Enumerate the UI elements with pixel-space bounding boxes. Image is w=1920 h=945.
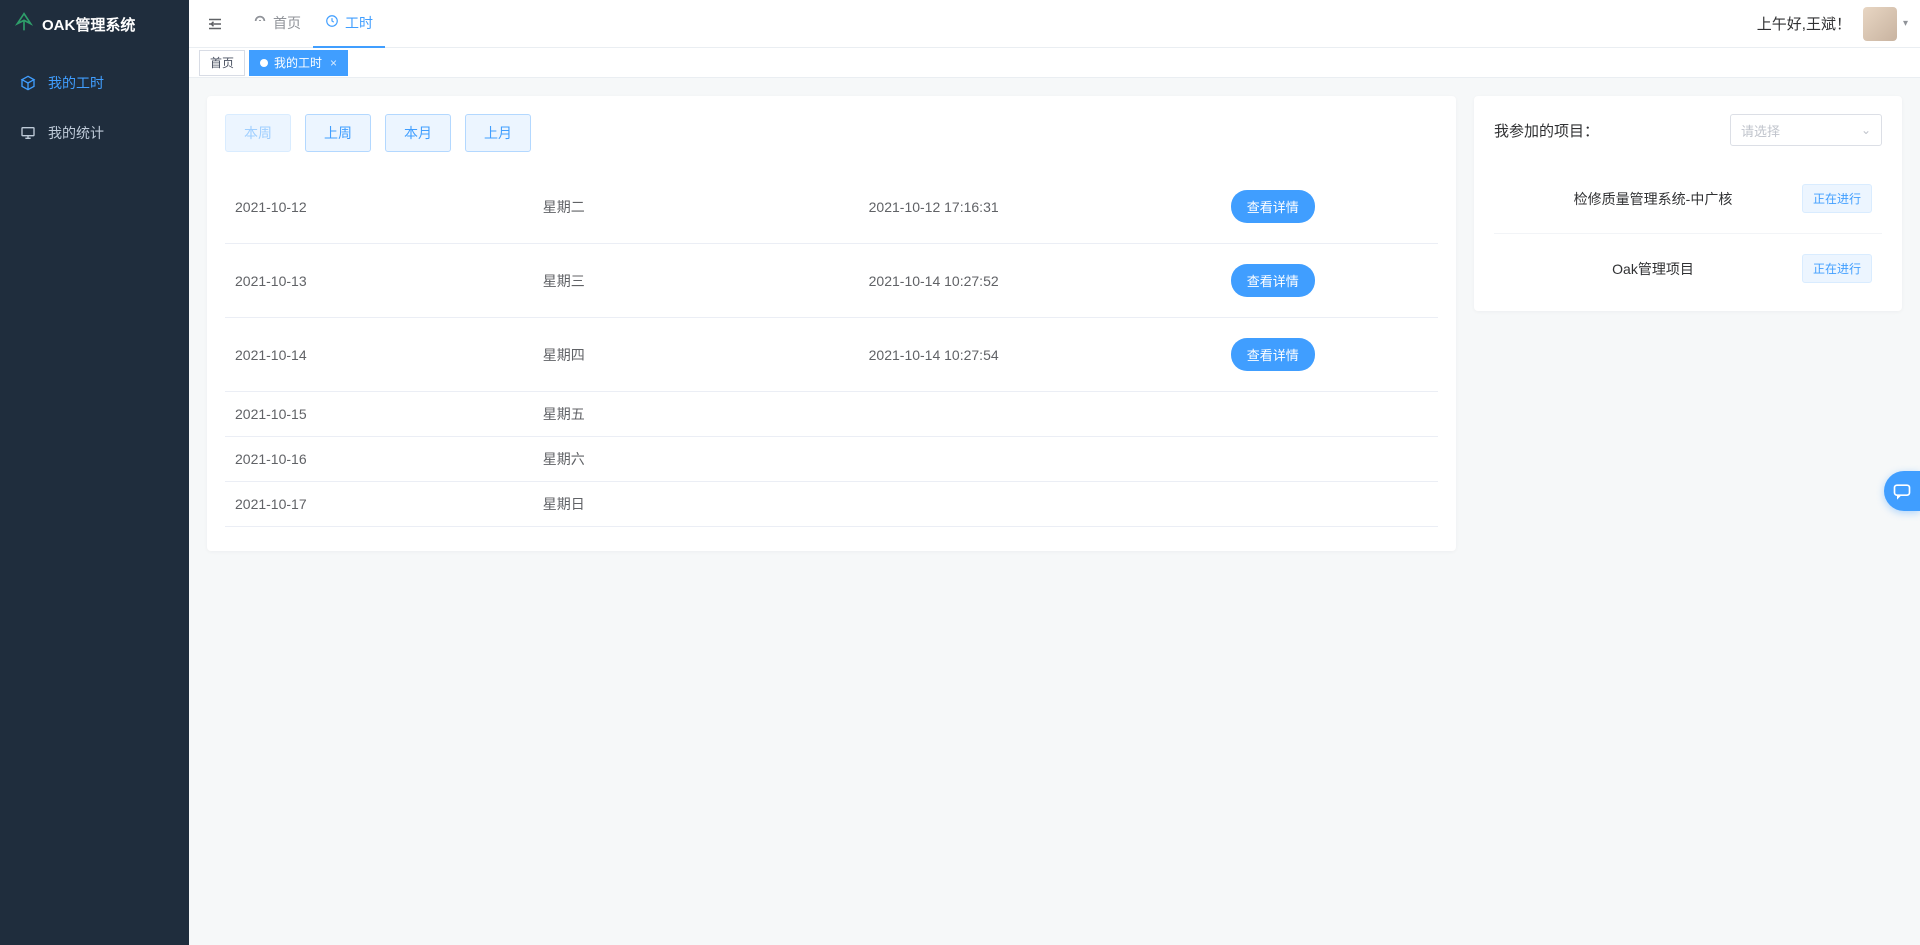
sidebar-item-label: 我的工时	[48, 73, 104, 93]
projects-header: 我参加的项目： 请选择 ⌄	[1494, 114, 1882, 146]
cell-date: 2021-10-14	[225, 318, 533, 392]
cell-weekday: 星期二	[533, 170, 859, 244]
table-row: 2021-10-14星期四2021-10-14 10:27:54 查看详情	[225, 318, 1438, 392]
sidebar-item-label: 我的统计	[48, 123, 104, 143]
cell-timestamp	[859, 437, 1221, 482]
table-row: 2021-10-12星期二2021-10-12 17:16:31 查看详情	[225, 170, 1438, 244]
table-row: 2021-10-16星期六	[225, 437, 1438, 482]
sidebar-item-my-hours[interactable]: 我的工时	[0, 58, 189, 108]
topnav-hours[interactable]: 工时	[313, 0, 385, 48]
topnav: 首页 工时	[241, 0, 385, 48]
select-placeholder: 请选择	[1741, 121, 1780, 140]
range-this-month[interactable]: 本月	[385, 114, 451, 152]
cell-date: 2021-10-15	[225, 392, 533, 437]
chevron-down-icon: ▾	[1903, 18, 1908, 29]
project-status-button[interactable]: 正在进行	[1802, 254, 1872, 283]
cell-action: 查看详情	[1221, 318, 1438, 392]
projects-title: 我参加的项目：	[1494, 120, 1599, 141]
project-item: 检修质量管理系统-中广核正在进行	[1494, 164, 1882, 234]
project-status-button[interactable]: 正在进行	[1802, 184, 1872, 213]
projects-select[interactable]: 请选择 ⌄	[1730, 114, 1882, 146]
cell-action	[1221, 392, 1438, 437]
app-title: OAK管理系统	[42, 14, 135, 35]
menu-collapse-icon	[206, 15, 224, 33]
project-name: 检修质量管理系统-中广核	[1504, 189, 1802, 209]
dashboard-icon	[253, 14, 267, 31]
cell-date: 2021-10-17	[225, 482, 533, 527]
sidebar: OAK管理系统 我的工时 我的统计	[0, 0, 189, 945]
cell-timestamp	[859, 392, 1221, 437]
project-item: Oak管理项目正在进行	[1494, 234, 1882, 303]
leaf-icon	[14, 12, 34, 36]
collapse-sidebar-button[interactable]	[201, 10, 229, 38]
tabs-bar: 首页 我的工时 ×	[189, 48, 1920, 78]
range-buttons: 本周 上周 本月 上月	[225, 114, 1438, 152]
cell-weekday: 星期四	[533, 318, 859, 392]
hours-table: 2021-10-12星期二2021-10-12 17:16:31查看详情2021…	[225, 170, 1438, 527]
table-row: 2021-10-17星期日	[225, 482, 1438, 527]
cell-action	[1221, 437, 1438, 482]
tab-label: 首页	[210, 54, 234, 71]
cube-icon	[20, 75, 36, 91]
cell-date: 2021-10-13	[225, 244, 533, 318]
chevron-down-icon: ⌄	[1861, 123, 1871, 137]
projects-list: 检修质量管理系统-中广核正在进行Oak管理项目正在进行	[1494, 164, 1882, 303]
table-row: 2021-10-15星期五	[225, 392, 1438, 437]
view-detail-button[interactable]: 查看详情	[1231, 338, 1315, 371]
range-this-week[interactable]: 本周	[225, 114, 291, 152]
view-detail-button[interactable]: 查看详情	[1231, 190, 1315, 223]
monitor-icon	[20, 125, 36, 141]
tab-label: 我的工时	[274, 54, 322, 71]
tab-my-hours[interactable]: 我的工时 ×	[249, 50, 348, 76]
cell-weekday: 星期三	[533, 244, 859, 318]
active-dot-icon	[260, 59, 268, 67]
table-row: 2021-10-13星期三2021-10-14 10:27:52 查看详情	[225, 244, 1438, 318]
clock-icon	[325, 14, 339, 31]
view-detail-button[interactable]: 查看详情	[1231, 264, 1315, 297]
cell-date: 2021-10-16	[225, 437, 533, 482]
hours-card: 本周 上周 本月 上月 2021-10-12星期二2021-10-12 17:1…	[207, 96, 1456, 551]
cell-weekday: 星期五	[533, 392, 859, 437]
close-icon[interactable]: ×	[330, 56, 337, 70]
topbar: 首页 工时 上午好,王斌！ ▾	[189, 0, 1920, 48]
cell-timestamp: 2021-10-12 17:16:31	[859, 170, 1221, 244]
chat-float-button[interactable]	[1884, 471, 1920, 511]
cell-timestamp: 2021-10-14 10:27:52	[859, 244, 1221, 318]
topnav-label: 工时	[345, 13, 373, 33]
cell-timestamp	[859, 482, 1221, 527]
avatar	[1863, 7, 1897, 41]
greeting-text: 上午好,王斌！	[1757, 13, 1851, 34]
cell-timestamp: 2021-10-14 10:27:54	[859, 318, 1221, 392]
cell-weekday: 星期日	[533, 482, 859, 527]
cell-action: 查看详情	[1221, 170, 1438, 244]
main-region: 首页 工时 上午好,王斌！ ▾ 首页 我的工时 ×	[189, 0, 1920, 945]
sidebar-item-my-stats[interactable]: 我的统计	[0, 108, 189, 158]
content: 本周 上周 本月 上月 2021-10-12星期二2021-10-12 17:1…	[189, 78, 1920, 945]
cell-date: 2021-10-12	[225, 170, 533, 244]
tab-home[interactable]: 首页	[199, 50, 245, 76]
project-name: Oak管理项目	[1504, 259, 1802, 279]
sidebar-menu: 我的工时 我的统计	[0, 48, 189, 158]
topnav-home[interactable]: 首页	[241, 0, 313, 48]
range-last-month[interactable]: 上月	[465, 114, 531, 152]
topnav-label: 首页	[273, 13, 301, 33]
app-logo: OAK管理系统	[0, 0, 189, 48]
user-menu[interactable]: ▾	[1863, 7, 1908, 41]
cell-action	[1221, 482, 1438, 527]
cell-action: 查看详情	[1221, 244, 1438, 318]
projects-card: 我参加的项目： 请选择 ⌄ 检修质量管理系统-中广核正在进行Oak管理项目正在进…	[1474, 96, 1902, 311]
range-last-week[interactable]: 上周	[305, 114, 371, 152]
cell-weekday: 星期六	[533, 437, 859, 482]
chat-icon	[1892, 481, 1912, 501]
